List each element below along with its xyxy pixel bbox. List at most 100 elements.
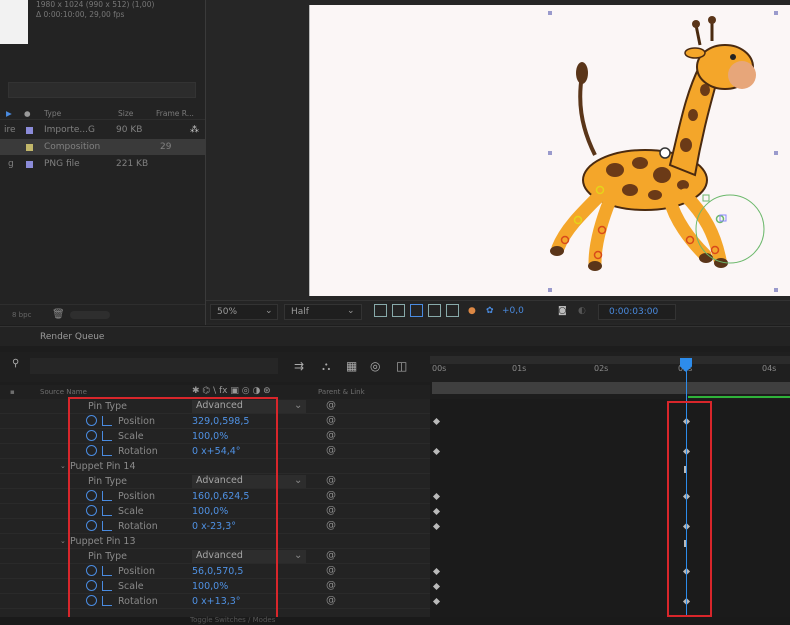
mask-visibility-icon[interactable] — [410, 304, 423, 317]
label-swatch — [26, 161, 33, 168]
tag-icon[interactable]: ● — [24, 109, 31, 118]
shy-layers-icon[interactable]: ▦ — [346, 359, 357, 373]
project-column-header: ▶ ● Type Size Frame R... — [0, 106, 205, 120]
time-navigator[interactable] — [430, 356, 790, 364]
chevron-down-icon: ⌄ — [294, 475, 303, 486]
render-queue-tab[interactable]: Render Queue — [0, 326, 790, 346]
label-column-icon: ▪ — [10, 388, 15, 396]
item-type: Importe...G — [44, 125, 95, 135]
pick-whip-icon[interactable]: @ — [326, 520, 336, 531]
search-icon: ⚲ — [12, 358, 20, 369]
pick-whip-icon[interactable]: @ — [326, 430, 336, 441]
composition-viewer: 50% ⌄ Half ⌄ ● ✿ +0,0 ◙ ◐ 0:00:03:00 — [205, 0, 790, 325]
project-item[interactable]: g PNG file 221 KB — [0, 156, 205, 172]
resolution-dropdown[interactable]: Half ⌄ — [284, 304, 362, 320]
ruler-tick: 02s — [594, 364, 609, 373]
pick-whip-icon[interactable]: @ — [326, 550, 336, 561]
keyframe[interactable] — [432, 447, 441, 456]
chevron-down-icon: ⌄ — [294, 400, 303, 411]
bpc-toggle[interactable]: 8 bpc — [12, 311, 31, 319]
item-type: PNG file — [44, 159, 80, 169]
keyframe[interactable] — [432, 597, 441, 606]
timecode: 0:00:03:00 — [609, 307, 659, 317]
keyframe[interactable] — [432, 522, 441, 531]
exposure-value[interactable]: +0,0 — [502, 306, 524, 316]
chevron-down-icon[interactable]: ⌄ — [60, 537, 66, 545]
pick-whip-icon[interactable]: @ — [326, 565, 336, 576]
thumbnail-slider[interactable] — [70, 311, 110, 319]
item-size: 90 KB — [116, 125, 143, 135]
timeline-footer: Toggle Switches / Modes — [0, 616, 790, 625]
comp-duration: Δ 0:00:10:00, 29,00 fps — [36, 10, 125, 19]
giraffe-illustration — [548, 11, 778, 292]
project-panel: 1980 x 1024 (990 x 512) (1,00) Δ 0:00:10… — [0, 0, 205, 325]
keyframe[interactable] — [432, 507, 441, 516]
keyframe-layer — [430, 399, 790, 625]
zoom-dropdown[interactable]: 50% ⌄ — [210, 304, 278, 320]
item-fps: 29 — [160, 142, 172, 152]
chevron-down-icon: ⌄ — [265, 306, 273, 316]
viewer-toolbar: 50% ⌄ Half ⌄ ● ✿ +0,0 ◙ ◐ 0:00:03:00 — [206, 300, 790, 323]
fast-previews-icon[interactable] — [374, 304, 387, 317]
keyframe[interactable] — [432, 582, 441, 591]
color-channels-icon[interactable]: ● — [468, 306, 476, 316]
snapshot-icon[interactable]: ◙ — [558, 306, 567, 316]
work-area-bar[interactable] — [432, 382, 790, 394]
keyframe[interactable] — [432, 417, 441, 426]
render-queue-label: Render Queue — [40, 332, 105, 342]
composition-canvas[interactable] — [309, 5, 790, 296]
pick-whip-icon[interactable]: @ — [326, 580, 336, 591]
graph-editor-icon[interactable]: ◫ — [396, 359, 407, 373]
project-item[interactable]: Composition 29 — [0, 139, 205, 155]
item-name: ire — [4, 125, 16, 135]
project-item[interactable]: ire Importe...G 90 KB ⁂ — [0, 122, 205, 138]
toggle-switches-modes[interactable]: Toggle Switches / Modes — [190, 616, 275, 624]
keyframe[interactable] — [432, 567, 441, 576]
project-footer: 8 bpc 🗑 — [0, 304, 205, 324]
highlight-box-keyframes — [667, 401, 712, 617]
ruler-tick: 04s — [762, 364, 777, 373]
ruler-tick: 00s — [432, 364, 447, 373]
exposure-reset-icon[interactable]: ✿ — [486, 306, 494, 316]
ruler-tick: 01s — [512, 364, 527, 373]
source-name-header[interactable]: Source Name — [40, 388, 87, 396]
timeline-search-input[interactable] — [30, 358, 278, 374]
region-of-interest-icon[interactable] — [428, 304, 441, 317]
keyframe[interactable] — [432, 492, 441, 501]
comp-mini-flowchart-icon[interactable]: ⇉ — [294, 359, 304, 373]
pick-whip-icon[interactable]: @ — [326, 445, 336, 456]
show-snapshot-icon[interactable]: ◐ — [578, 306, 586, 316]
item-size: 221 KB — [116, 159, 149, 169]
pick-whip-icon[interactable]: @ — [326, 595, 336, 606]
zoom-value: 50% — [217, 307, 238, 317]
pick-whip-icon[interactable]: @ — [326, 400, 336, 411]
col-frame-rate[interactable]: Frame R... — [156, 109, 194, 118]
item-type: Composition — [44, 142, 101, 152]
draft-3d-icon[interactable]: ⛬ — [322, 359, 330, 374]
label-icon[interactable]: ▶ — [6, 109, 12, 118]
pick-whip-icon[interactable]: @ — [326, 415, 336, 426]
pick-whip-icon[interactable]: @ — [326, 505, 336, 516]
motion-blur-icon[interactable]: ◎ — [370, 359, 380, 373]
col-size[interactable]: Size — [118, 109, 133, 118]
resolution-value: Half — [291, 307, 309, 317]
current-time-display[interactable]: 0:00:03:00 — [598, 304, 676, 320]
project-search-input[interactable] — [8, 82, 196, 98]
comp-thumbnail — [0, 0, 28, 44]
grid-guides-icon[interactable] — [446, 304, 459, 317]
col-type[interactable]: Type — [44, 109, 61, 118]
dependency-icon: ⁂ — [190, 125, 199, 135]
comp-dimensions: 1980 x 1024 (990 x 512) (1,00) — [36, 0, 155, 9]
comp-info: 1980 x 1024 (990 x 512) (1,00) Δ 0:00:10… — [36, 0, 154, 20]
highlight-box-properties — [68, 397, 278, 619]
cache-indicator — [688, 396, 790, 398]
trash-icon[interactable]: 🗑 — [52, 309, 65, 320]
parent-link-header[interactable]: Parent & Link — [318, 388, 365, 396]
pick-whip-icon[interactable]: @ — [326, 490, 336, 501]
transparency-grid-icon[interactable] — [392, 304, 405, 317]
chevron-down-icon: ⌄ — [294, 550, 303, 561]
chevron-down-icon: ⌄ — [347, 306, 355, 316]
chevron-down-icon[interactable]: ⌄ — [60, 462, 66, 470]
label-swatch — [26, 144, 33, 151]
pick-whip-icon[interactable]: @ — [326, 475, 336, 486]
